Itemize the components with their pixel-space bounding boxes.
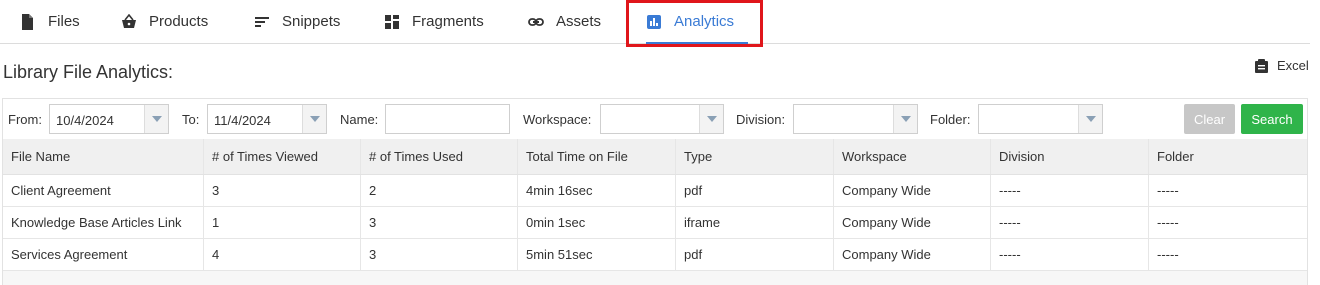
table-cell: pdf (676, 175, 834, 206)
table-cell: 0min 1sec (518, 207, 676, 238)
excel-export-button[interactable]: Excel (1255, 58, 1309, 73)
table-cell: ----- (1157, 183, 1179, 198)
chevron-down-icon[interactable] (1078, 105, 1102, 133)
table-cell: Company Wide (834, 207, 991, 238)
column-header[interactable]: # of Times Viewed (204, 139, 361, 174)
column-header[interactable]: Type (676, 139, 834, 174)
table-cell: ----- (1157, 215, 1179, 230)
column-header[interactable]: # of Times Used (361, 139, 518, 174)
column-header[interactable]: Division (991, 139, 1149, 174)
table-cell: iframe (676, 207, 834, 238)
folder-select[interactable] (978, 104, 1103, 134)
search-button[interactable]: Search (1241, 104, 1303, 134)
workspace-label: Workspace: (523, 112, 592, 127)
tab-snippets[interactable]: Snippets (254, 0, 340, 43)
tab-files[interactable]: Files (20, 0, 80, 43)
table-cell: Knowledge Base Articles Link (3, 207, 204, 238)
chevron-down-icon[interactable] (302, 105, 326, 133)
table-cell: 3 (361, 207, 518, 238)
file-icon (22, 13, 33, 30)
table-row[interactable]: Services Agreement 4 3 5min 51sec pdf Co… (3, 239, 1307, 271)
table-cell: 1 (204, 207, 361, 238)
column-header[interactable]: Folder (1149, 139, 1307, 174)
from-date-picker[interactable]: 10/4/2024 (49, 104, 169, 134)
to-label: To: (182, 112, 200, 127)
table-cell: Services Agreement (3, 239, 204, 270)
column-header[interactable]: Workspace (834, 139, 991, 174)
analytics-table: File Name # of Times Viewed # of Times U… (2, 139, 1308, 285)
clipboard-icon (1255, 58, 1268, 73)
from-date-value: 10/4/2024 (56, 113, 114, 128)
table-cell: 4 (204, 239, 361, 270)
tab-products[interactable]: Products (121, 0, 208, 43)
chevron-down-icon[interactable] (699, 105, 723, 133)
table-cell: 3 (204, 175, 361, 206)
table-cell: 5min 51sec (518, 239, 676, 270)
highlight-box (626, 0, 763, 47)
table-cell: 4min 16sec (518, 175, 676, 206)
tab-fragments[interactable]: Fragments (384, 0, 484, 43)
division-select[interactable] (793, 104, 918, 134)
table-cell: pdf (676, 239, 834, 270)
chevron-down-icon[interactable] (893, 105, 917, 133)
name-input[interactable] (385, 104, 510, 134)
excel-label: Excel (1277, 58, 1309, 73)
page-title: Library File Analytics: (3, 62, 174, 82)
basket-icon (122, 13, 136, 28)
table-cell: ----- (1157, 247, 1179, 262)
table-cell: ----- (991, 239, 1149, 270)
table-cell: Company Wide (834, 239, 991, 270)
tab-label: Assets (556, 13, 602, 30)
filter-bar: From: 10/4/2024 To: 11/4/2024 Name: Work… (2, 98, 1308, 140)
table-row[interactable]: Knowledge Base Articles Link 1 3 0min 1s… (3, 207, 1307, 239)
division-label: Division: (736, 112, 786, 127)
tab-assets[interactable]: Assets (528, 0, 601, 43)
to-date-picker[interactable]: 11/4/2024 (207, 104, 327, 134)
column-header[interactable]: File Name (3, 139, 204, 174)
table-cell: Company Wide (834, 175, 991, 206)
table-row[interactable]: Client Agreement 3 2 4min 16sec pdf Comp… (3, 175, 1307, 207)
fragments-icon (385, 14, 399, 29)
link-icon (528, 17, 544, 26)
tab-label: Snippets (282, 13, 341, 30)
workspace-select[interactable] (600, 104, 724, 134)
folder-label: Folder: (930, 112, 971, 127)
tab-label: Files (48, 13, 80, 30)
tab-label: Products (149, 13, 209, 30)
table-cell: 3 (361, 239, 518, 270)
chevron-down-icon[interactable] (144, 105, 168, 133)
from-label: From: (8, 112, 42, 127)
clear-button[interactable]: Clear (1184, 104, 1235, 134)
column-header[interactable]: Total Time on File (518, 139, 676, 174)
to-date-value: 11/4/2024 (214, 113, 271, 128)
table-cell: ----- (991, 207, 1149, 238)
table-cell: ----- (991, 175, 1149, 206)
snippets-icon (255, 16, 269, 27)
table-header: File Name # of Times Viewed # of Times U… (3, 139, 1307, 175)
table-cell: 2 (361, 175, 518, 206)
tab-label: Fragments (412, 13, 484, 30)
name-label: Name: (340, 112, 379, 127)
table-cell: Client Agreement (3, 175, 204, 206)
